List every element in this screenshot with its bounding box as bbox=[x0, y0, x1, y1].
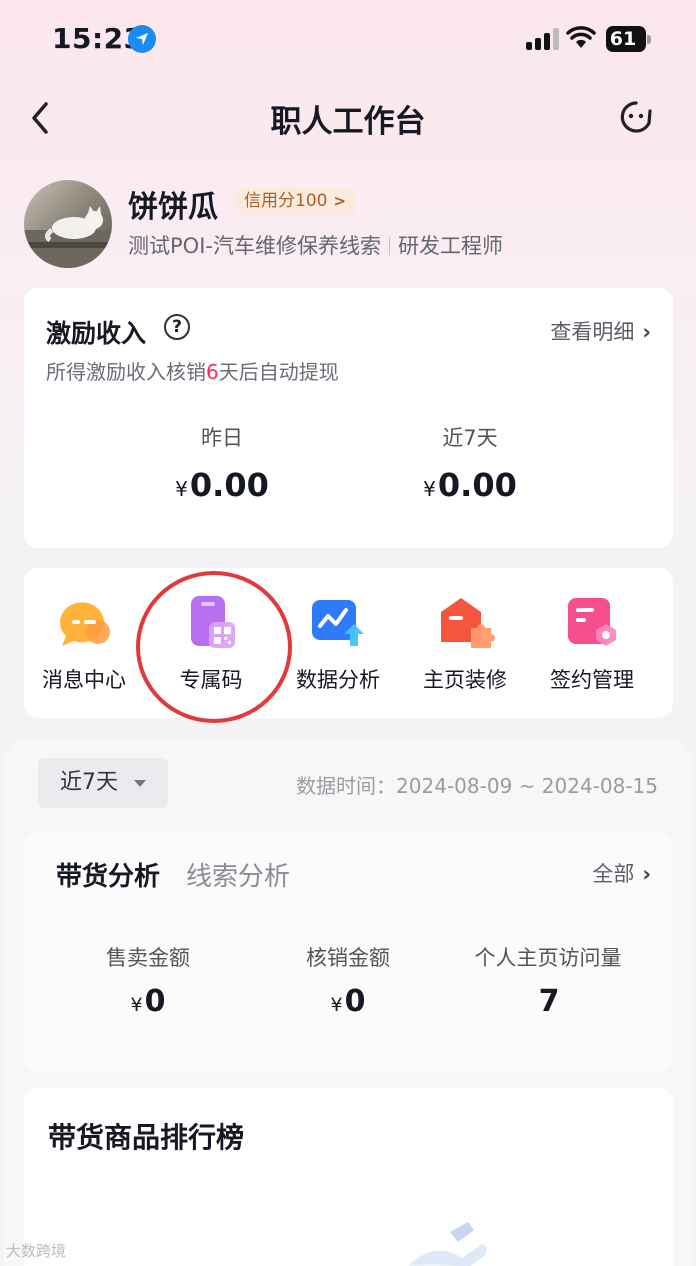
view-all-link[interactable]: 全部 › bbox=[592, 858, 651, 888]
metric-number: 0 bbox=[144, 984, 166, 1019]
metric-label: 核销金额 bbox=[306, 946, 390, 970]
tool-label: 主页装修 bbox=[423, 668, 507, 692]
yesterday-value: 0.00 bbox=[189, 466, 269, 504]
tab-lead-analysis[interactable]: 线索分析 bbox=[186, 856, 290, 893]
tool-data-analysis[interactable]: 数据分析 bbox=[278, 594, 398, 694]
chevron-right-icon: > bbox=[333, 192, 347, 210]
chevron-right-icon: › bbox=[642, 320, 651, 344]
customer-service-icon[interactable] bbox=[616, 98, 656, 138]
wifi-icon bbox=[566, 26, 596, 48]
data-analysis-icon bbox=[308, 594, 368, 654]
page-title: 职人工作台 bbox=[270, 104, 426, 140]
status-bar: 15:23 61 bbox=[0, 0, 696, 80]
caret-down-icon bbox=[134, 780, 146, 787]
metric-label: 售卖金额 bbox=[106, 946, 190, 970]
battery-level: 61 bbox=[609, 28, 637, 50]
profile-role: 研发工程师 bbox=[397, 234, 503, 258]
view-details-label: 查看明细 bbox=[550, 320, 635, 344]
tool-label: 数据分析 bbox=[296, 668, 380, 692]
help-icon[interactable]: ? bbox=[164, 314, 190, 340]
income-note-suffix: 天后自动提现 bbox=[218, 360, 339, 384]
period-dropdown[interactable]: 近7天 bbox=[38, 758, 168, 808]
homepage-decoration-icon bbox=[435, 594, 495, 654]
cat-photo-icon bbox=[24, 206, 112, 268]
tool-label: 签约管理 bbox=[550, 668, 634, 692]
period-label: 近7天 bbox=[60, 770, 118, 795]
metric-label: 个人主页访问量 bbox=[474, 946, 622, 970]
tool-message-center[interactable]: 消息中心 bbox=[24, 594, 144, 694]
cellular-signal-icon bbox=[526, 28, 560, 50]
stat-label: 昨日 bbox=[201, 426, 243, 450]
tools-card: 消息中心 专属码 数据分析 主页装修 签约管理 bbox=[24, 568, 673, 718]
currency-symbol: ¥ bbox=[423, 477, 436, 501]
yesterday-income: 昨日 ¥0.00 bbox=[122, 422, 322, 504]
tool-homepage-decoration[interactable]: 主页装修 bbox=[405, 594, 525, 694]
week-income: 近7天 ¥0.00 bbox=[370, 422, 570, 504]
week-value: 0.00 bbox=[437, 466, 517, 504]
stat-value: ¥0.00 bbox=[122, 466, 322, 504]
income-card: 激励收入 ? 查看明细 › 所得激励收入核销6天后自动提现 昨日 ¥0.00 近7… bbox=[24, 288, 673, 548]
battery-icon: 61 bbox=[606, 26, 651, 52]
ranking-title: 带货商品排行榜 bbox=[48, 1121, 245, 1154]
watermark: 大数跨境 bbox=[6, 1242, 67, 1260]
divider bbox=[388, 237, 390, 255]
income-note-days: 6 bbox=[206, 360, 219, 384]
income-note-prefix: 所得激励收入核销 bbox=[46, 360, 206, 384]
credit-score-label: 信用分100 bbox=[244, 191, 328, 211]
income-title: 激励收入 bbox=[46, 319, 147, 348]
contract-management-icon bbox=[562, 594, 622, 654]
metric-value: ¥0 bbox=[48, 984, 248, 1019]
metric-value: 7 bbox=[448, 984, 648, 1019]
chevron-right-icon: › bbox=[642, 862, 651, 886]
username: 饼饼瓜 bbox=[128, 190, 218, 225]
tool-label: 消息中心 bbox=[42, 668, 126, 692]
credit-score-badge[interactable]: 信用分100 > bbox=[234, 188, 357, 214]
empty-state-illustration-icon bbox=[406, 1222, 487, 1266]
highlight-circle-annotation bbox=[136, 571, 292, 723]
tool-contract-management[interactable]: 签约管理 bbox=[532, 594, 652, 694]
stat-value: ¥0.00 bbox=[370, 466, 570, 504]
metric-number: 0 bbox=[344, 984, 366, 1019]
product-ranking-card: 带货商品排行榜 bbox=[24, 1088, 673, 1266]
message-center-icon bbox=[54, 594, 114, 654]
currency-symbol: ¥ bbox=[130, 994, 143, 1016]
metric-redeemed-amount[interactable]: 核销金额 ¥0 bbox=[248, 942, 448, 1019]
data-time-range: 数据时间：2024-08-09 ~ 2024-08-15 bbox=[296, 774, 658, 798]
avatar[interactable] bbox=[24, 180, 112, 268]
metric-sales-amount[interactable]: 售卖金额 ¥0 bbox=[48, 942, 248, 1019]
tab-sales-analysis[interactable]: 带货分析 bbox=[56, 856, 160, 893]
profile-subtitle: 测试POI-汽车维修保养线索 研发工程师 bbox=[128, 230, 503, 260]
metric-homepage-visits[interactable]: 个人主页访问量 7 bbox=[448, 942, 648, 1019]
view-all-label: 全部 bbox=[592, 862, 635, 886]
view-details-link[interactable]: 查看明细 › bbox=[550, 316, 651, 346]
location-arrow-icon bbox=[128, 25, 156, 53]
metric-number: 7 bbox=[538, 984, 560, 1019]
analysis-card: 带货分析 线索分析 全部 › 售卖金额 ¥0 核销金额 ¥0 个人主页访问量 7 bbox=[24, 832, 673, 1072]
income-note: 所得激励收入核销6天后自动提现 bbox=[46, 356, 339, 385]
currency-symbol: ¥ bbox=[175, 477, 188, 501]
profile-org: 测试POI-汽车维修保养线索 bbox=[128, 234, 381, 258]
currency-symbol: ¥ bbox=[330, 994, 343, 1016]
stat-label: 近7天 bbox=[442, 426, 498, 450]
metric-value: ¥0 bbox=[248, 984, 448, 1019]
